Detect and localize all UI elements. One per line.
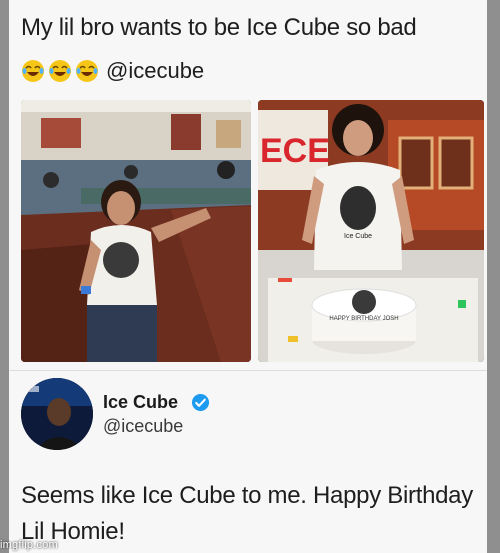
post-text: My lil bro wants to be Ice Cube so bad xyxy=(21,14,417,41)
screenshot-card: My lil bro wants to be Ice Cube so bad @… xyxy=(9,0,487,553)
shirt-text: Ice Cube xyxy=(344,233,372,240)
ice-cube-avatar[interactable] xyxy=(21,378,93,450)
divider xyxy=(9,370,487,371)
svg-text:ECE: ECE xyxy=(260,132,330,170)
cake-text: HAPPY BIRTHDAY JOSH xyxy=(329,316,398,322)
laughing-crying-emoji-icon xyxy=(22,60,44,82)
handle[interactable]: @icecube xyxy=(103,416,183,437)
reply-text: Seems like Ice Cube to me. Happy Birthda… xyxy=(21,482,473,545)
emoji-mention-row: @icecube xyxy=(21,58,204,84)
laughing-crying-emoji-icon xyxy=(49,60,71,82)
watermark: imgflip.com xyxy=(0,539,58,551)
boy-in-restaurant-photo[interactable] xyxy=(21,100,251,362)
birthday-cake-photo[interactable]: ECE Ice Cube HAPPY BIRTHDAY JOSH xyxy=(258,100,484,362)
laughing-crying-emoji-icon xyxy=(76,60,98,82)
display-name[interactable]: Ice Cube xyxy=(103,392,178,413)
verified-badge-icon xyxy=(191,393,210,412)
mention-link[interactable]: @icecube xyxy=(106,58,204,84)
